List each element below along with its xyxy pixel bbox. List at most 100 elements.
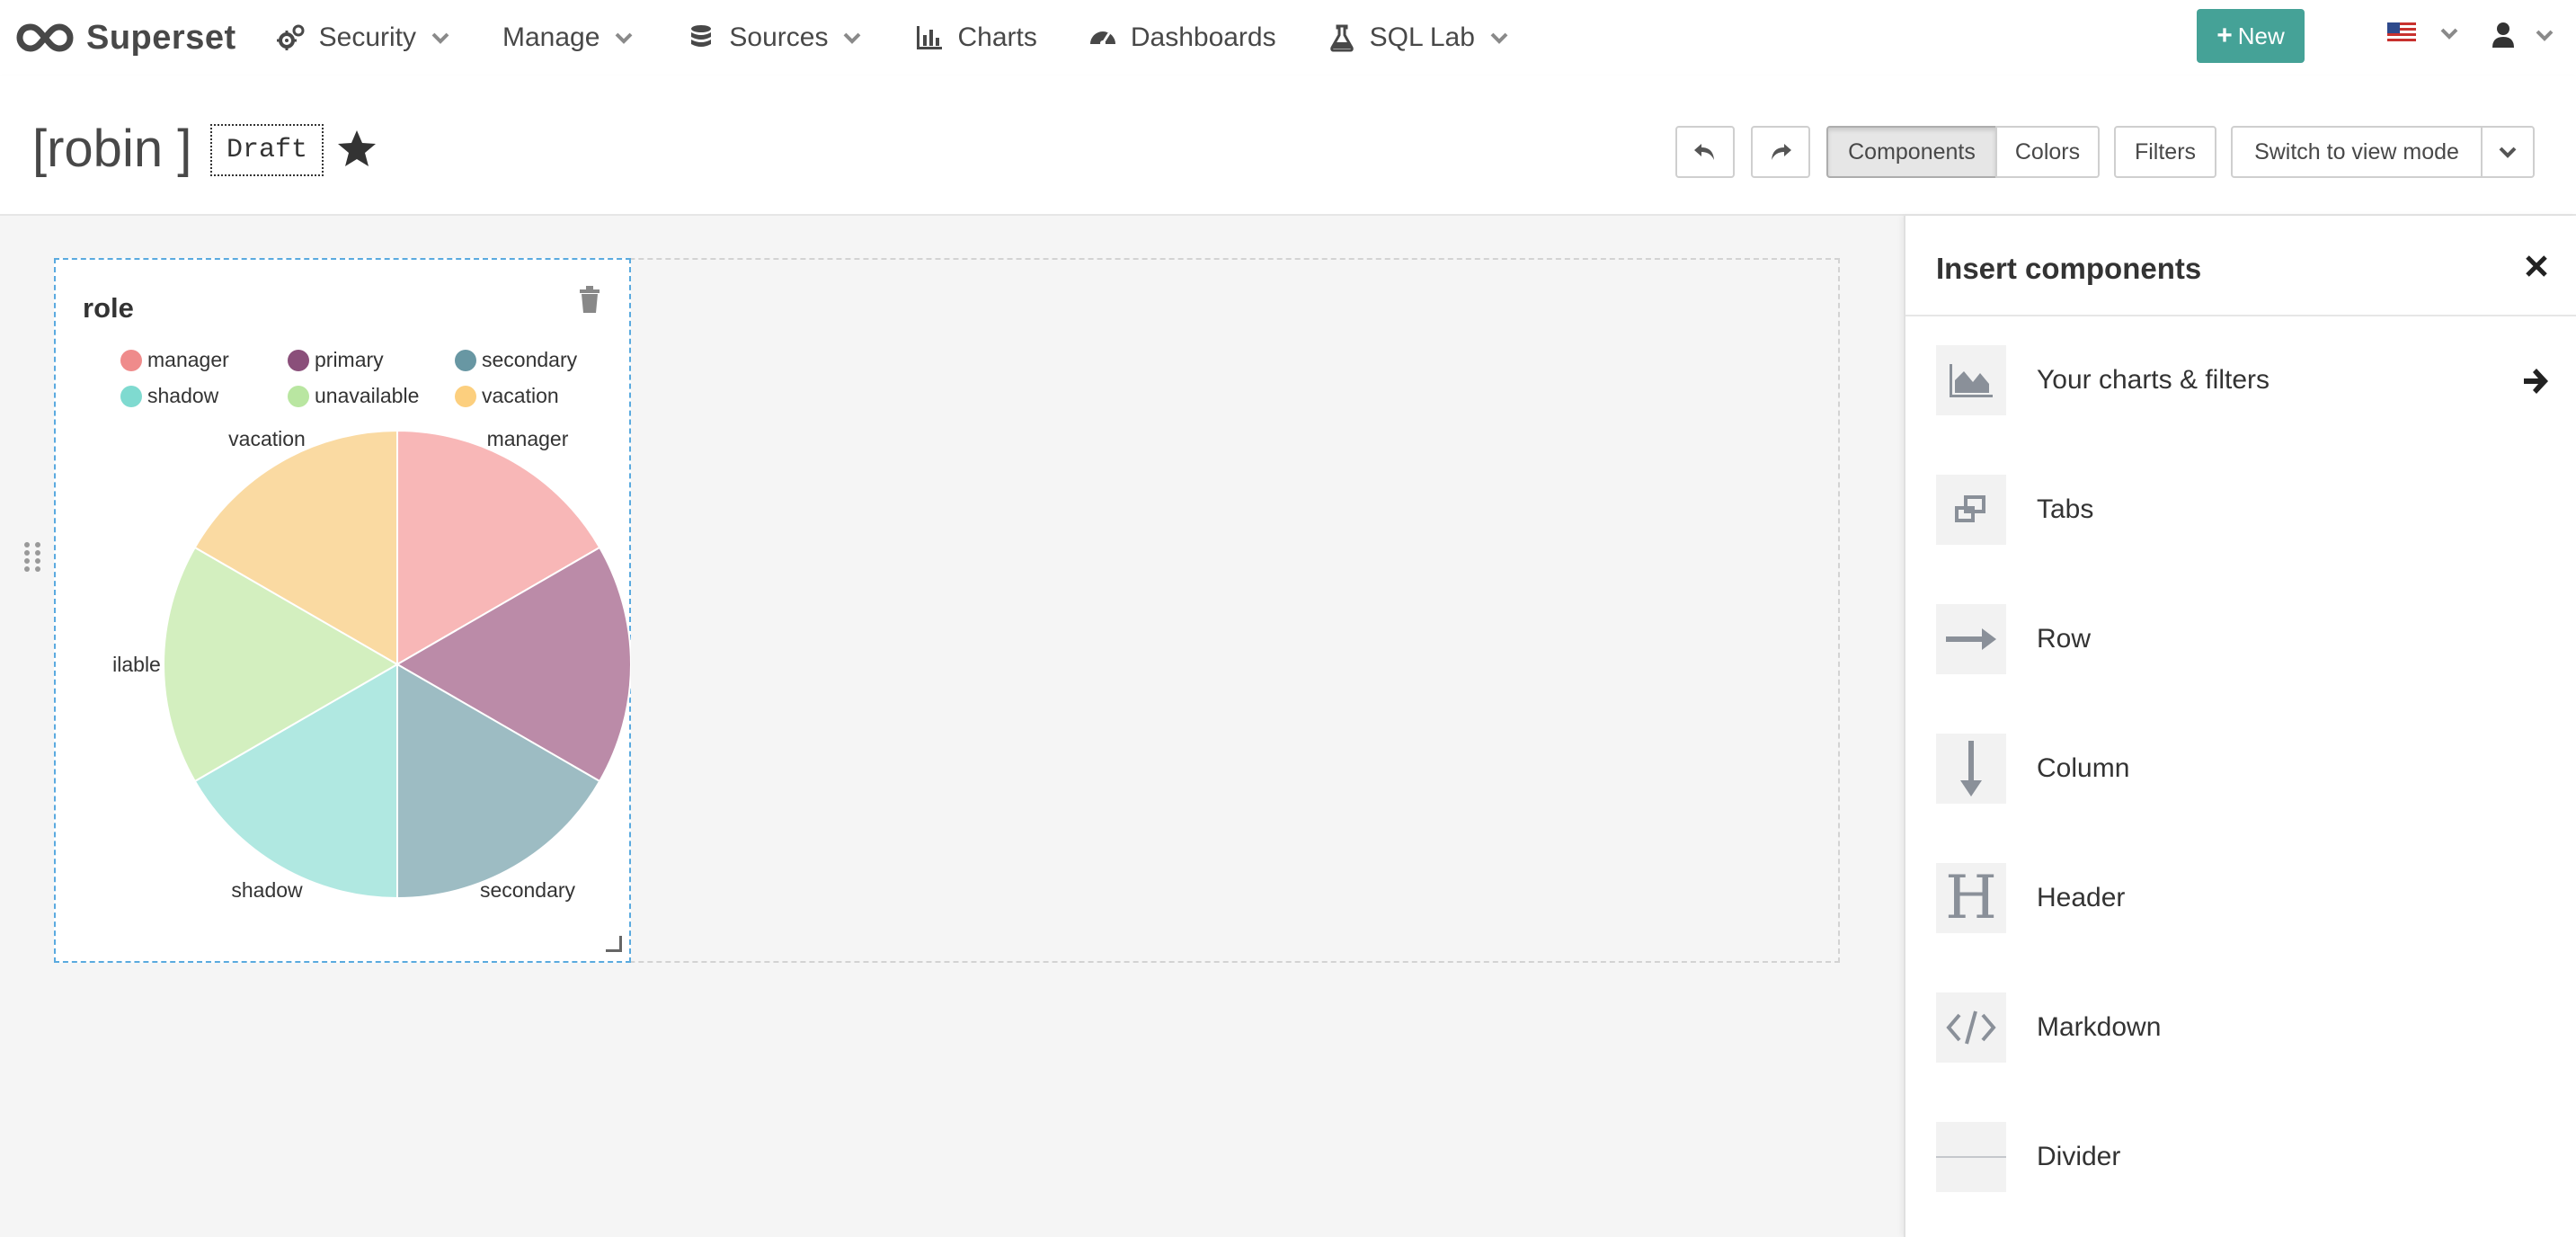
legend-dot — [120, 385, 142, 407]
component-divider[interactable]: Divider — [1936, 1121, 2556, 1193]
filters-button[interactable]: Filters — [2114, 126, 2216, 178]
user-icon — [2492, 22, 2514, 48]
chevron-down-icon — [2440, 28, 2458, 40]
superset-logo-icon — [16, 23, 74, 52]
component-label: Divider — [2037, 1142, 2121, 1171]
nav-dashboards[interactable]: Dashboards — [1088, 22, 1276, 53]
flask-icon — [1329, 24, 1354, 52]
nav-sources-label: Sources — [729, 22, 829, 52]
legend-label: manager — [147, 348, 229, 371]
nav-sql-lab[interactable]: SQL Lab — [1327, 22, 1511, 53]
redo-button[interactable] — [1751, 126, 1810, 178]
trash-icon[interactable] — [575, 285, 604, 314]
pie-label-vacation: vacation — [228, 431, 306, 450]
new-button[interactable]: + New — [2197, 9, 2305, 63]
legend-dot — [455, 349, 476, 371]
legend-dot — [288, 349, 309, 371]
chevron-down-icon — [431, 32, 449, 44]
component-column[interactable]: Column — [1936, 733, 2556, 805]
drag-handle-icon[interactable] — [16, 539, 49, 572]
top-navbar: Superset Security Manage Sources Charts … — [0, 0, 2576, 76]
component-label: Row — [2037, 624, 2092, 654]
pie-label-shadow: shadow — [231, 878, 303, 902]
legend-item-secondary[interactable]: secondary — [455, 348, 577, 372]
dashboard-canvas: role manager primary secondary shadow unavai… — [0, 216, 1904, 1237]
chevron-down-icon — [2499, 147, 2517, 158]
legend-dot — [455, 385, 476, 407]
chevron-down-icon — [2536, 30, 2554, 41]
arrow-right-icon — [1946, 628, 1996, 650]
pie-chart[interactable]: managerprimsecondaryshadowilablevacation — [83, 431, 631, 916]
legend-item-manager[interactable]: manager — [120, 348, 229, 372]
cogs-icon — [276, 24, 305, 50]
nav-dashboards-label: Dashboards — [1130, 22, 1276, 52]
chevron-down-icon — [844, 32, 861, 44]
component-header[interactable]: H Header — [1936, 862, 2556, 934]
language-picker[interactable] — [2387, 22, 2461, 45]
brand-name: Superset — [86, 18, 236, 57]
dashboard-icon — [1089, 31, 1115, 46]
arrow-right-icon — [2524, 369, 2548, 394]
more-options-dropdown[interactable] — [2481, 126, 2535, 178]
undo-icon — [1694, 144, 1714, 160]
component-label: Markdown — [2037, 1012, 2162, 1042]
nav-sql-lab-label: SQL Lab — [1369, 22, 1475, 52]
legend-label: secondary — [482, 348, 578, 371]
arrow-down-icon — [1960, 741, 1982, 796]
legend-label: shadow — [147, 384, 219, 407]
draft-status-badge[interactable]: Draft — [210, 124, 324, 176]
legend-item-shadow[interactable]: shadow — [120, 384, 218, 408]
chart-card[interactable]: role manager primary secondary shadow unavai… — [54, 258, 631, 963]
dashboard-title[interactable]: [robin ] — [32, 119, 191, 179]
database-icon — [691, 25, 712, 47]
chevron-down-icon — [1490, 32, 1508, 44]
nav-security-label: Security — [318, 22, 416, 52]
nav-charts[interactable]: Charts — [914, 22, 1037, 53]
legend-dot — [288, 385, 309, 407]
panel-title: Insert components — [1936, 252, 2202, 285]
component-your-charts-filters[interactable]: Your charts & filters — [1936, 344, 2556, 416]
nav-manage[interactable]: Manage — [502, 22, 635, 53]
switch-to-view-mode-button[interactable]: Switch to view mode — [2231, 126, 2483, 178]
component-markdown[interactable]: Markdown — [1936, 992, 2556, 1063]
chevron-down-icon — [616, 32, 633, 44]
close-icon[interactable] — [2522, 252, 2551, 280]
pie-label-secondary: secondary — [480, 878, 576, 902]
new-button-label: New — [2237, 22, 2285, 49]
star-icon[interactable] — [336, 128, 378, 169]
resize-handle[interactable] — [606, 936, 622, 952]
legend-item-vacation[interactable]: vacation — [455, 384, 559, 408]
nav-charts-label: Charts — [957, 22, 1037, 52]
component-label: Header — [2037, 883, 2126, 912]
pie-label-manager: manager — [487, 431, 569, 450]
legend-item-primary[interactable]: primary — [288, 348, 384, 372]
tabs-icon — [1955, 495, 1985, 522]
nav-security[interactable]: Security — [276, 22, 452, 53]
legend-item-unavailable[interactable]: unavailable — [288, 384, 419, 408]
legend-label: vacation — [482, 384, 559, 407]
header-h-icon: H — [1945, 863, 1997, 932]
component-label: Your charts & filters — [2037, 365, 2270, 395]
component-row[interactable]: Row — [1936, 603, 2556, 675]
colors-button[interactable]: Colors — [1995, 126, 2100, 178]
component-tabs[interactable]: Tabs — [1936, 474, 2556, 546]
dashboard-header: [robin ] Draft Components Colors Filters… — [0, 76, 2576, 216]
us-flag-icon — [2387, 22, 2416, 44]
nav-sources[interactable]: Sources — [686, 22, 864, 53]
area-chart-icon — [1950, 364, 1993, 397]
brand[interactable]: Superset — [16, 19, 236, 58]
pie-label-unavailable: ilable — [112, 653, 161, 676]
redo-icon — [1772, 144, 1791, 160]
components-button[interactable]: Components — [1826, 126, 1997, 178]
undo-button[interactable] — [1675, 126, 1735, 178]
legend-dot — [120, 349, 142, 371]
plus-icon: + — [2216, 21, 2233, 50]
user-menu[interactable] — [2492, 22, 2556, 49]
insert-components-panel: Insert components Your charts & filters … — [1904, 216, 2576, 1237]
legend-label: primary — [315, 348, 384, 371]
component-label: Tabs — [2037, 494, 2094, 524]
chart-title: role — [83, 292, 134, 324]
code-icon — [1946, 1010, 1996, 1045]
divider-icon — [1936, 1156, 2006, 1158]
nav-manage-label: Manage — [502, 22, 600, 52]
